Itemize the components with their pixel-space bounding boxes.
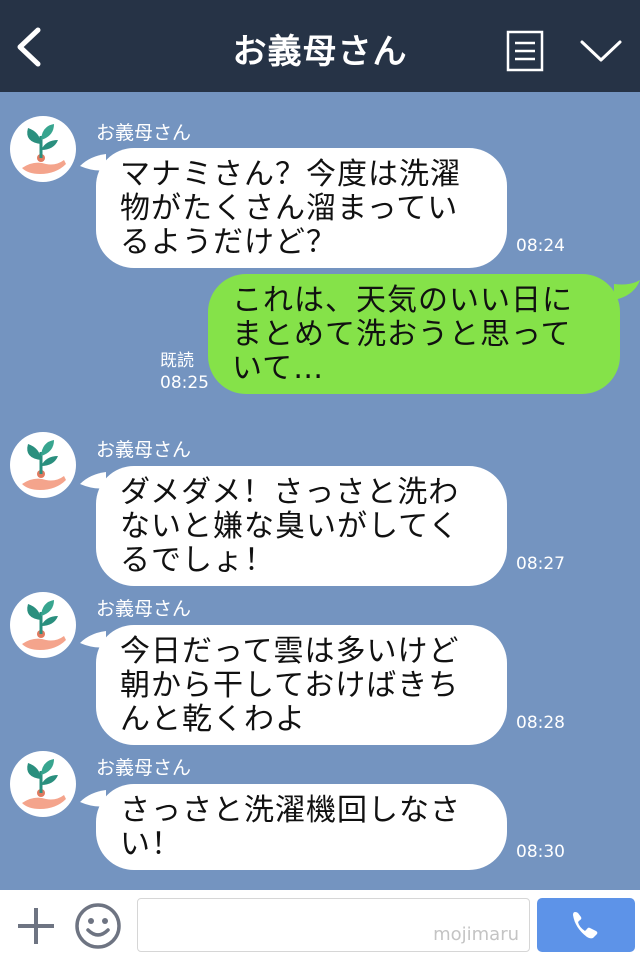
sender-name: お義母さん bbox=[96, 122, 192, 144]
sender-name: お義母さん bbox=[96, 757, 192, 779]
message-time: 08:25 bbox=[160, 373, 209, 393]
message-bubble[interactable]: さっさと洗濯機回しなさい！ bbox=[96, 784, 507, 870]
message-text: ダメダメ！さっさと洗わないと嫌な臭いがしてくるでしょ！ bbox=[120, 475, 460, 578]
message-input[interactable]: mojimaru bbox=[137, 898, 530, 952]
message-time: 08:27 bbox=[516, 554, 565, 574]
plus-icon bbox=[18, 908, 54, 944]
expand-button[interactable] bbox=[578, 30, 624, 70]
chat-area[interactable]: お義母さん マナミさん？今度は洗濯物がたくさん溜まっているようだけど？ 08:2… bbox=[0, 92, 640, 890]
chat-header: お義母さん bbox=[0, 0, 640, 92]
message-bubble[interactable]: ダメダメ！さっさと洗わないと嫌な臭いがしてくるでしょ！ bbox=[96, 466, 507, 586]
smile-icon bbox=[75, 903, 121, 949]
message-bubble[interactable]: マナミさん？今度は洗濯物がたくさん溜まっているようだけど？ bbox=[96, 148, 507, 268]
message-time: 08:24 bbox=[516, 236, 565, 256]
plant-in-hand-icon bbox=[22, 600, 66, 650]
avatar[interactable] bbox=[10, 116, 76, 182]
call-button[interactable] bbox=[537, 898, 635, 952]
menu-button[interactable] bbox=[506, 30, 544, 72]
sender-name: お義母さん bbox=[96, 439, 192, 461]
menu-icon bbox=[506, 30, 544, 72]
plant-in-hand-icon bbox=[22, 759, 66, 809]
phone-icon bbox=[573, 912, 598, 939]
chevron-down-icon bbox=[580, 40, 622, 62]
add-button[interactable] bbox=[14, 904, 58, 948]
read-receipt: 既読 08:25 bbox=[160, 350, 209, 394]
input-bar: mojimaru bbox=[0, 890, 640, 960]
message-time: 08:28 bbox=[516, 713, 565, 733]
sender-name: お義母さん bbox=[96, 598, 192, 620]
avatar[interactable] bbox=[10, 432, 76, 498]
plant-in-hand-icon bbox=[22, 124, 66, 174]
watermark-text: mojimaru bbox=[433, 924, 519, 945]
message-text: これは、天気のいい日にまとめて洗おうと思っていて… bbox=[232, 283, 573, 386]
message-text: マナミさん？今度は洗濯物がたくさん溜まっているようだけど？ bbox=[120, 157, 461, 260]
emoji-button[interactable] bbox=[74, 902, 122, 950]
message-bubble[interactable]: 今日だって雲は多いけど朝から干しておけばきちんと乾くわよ bbox=[96, 625, 507, 745]
message-text: 今日だって雲は多いけど朝から干しておけばきちんと乾くわよ bbox=[120, 634, 460, 737]
message-bubble-outgoing[interactable]: これは、天気のいい日にまとめて洗おうと思っていて… bbox=[208, 274, 620, 394]
avatar[interactable] bbox=[10, 592, 76, 658]
bubble-tail bbox=[614, 280, 640, 300]
plant-in-hand-icon bbox=[22, 440, 66, 490]
message-time: 08:30 bbox=[516, 842, 565, 862]
message-text: さっさと洗濯機回しなさい！ bbox=[120, 793, 461, 862]
read-label: 既読 bbox=[160, 351, 194, 371]
avatar[interactable] bbox=[10, 751, 76, 817]
chat-title: お義母さん bbox=[232, 32, 408, 72]
